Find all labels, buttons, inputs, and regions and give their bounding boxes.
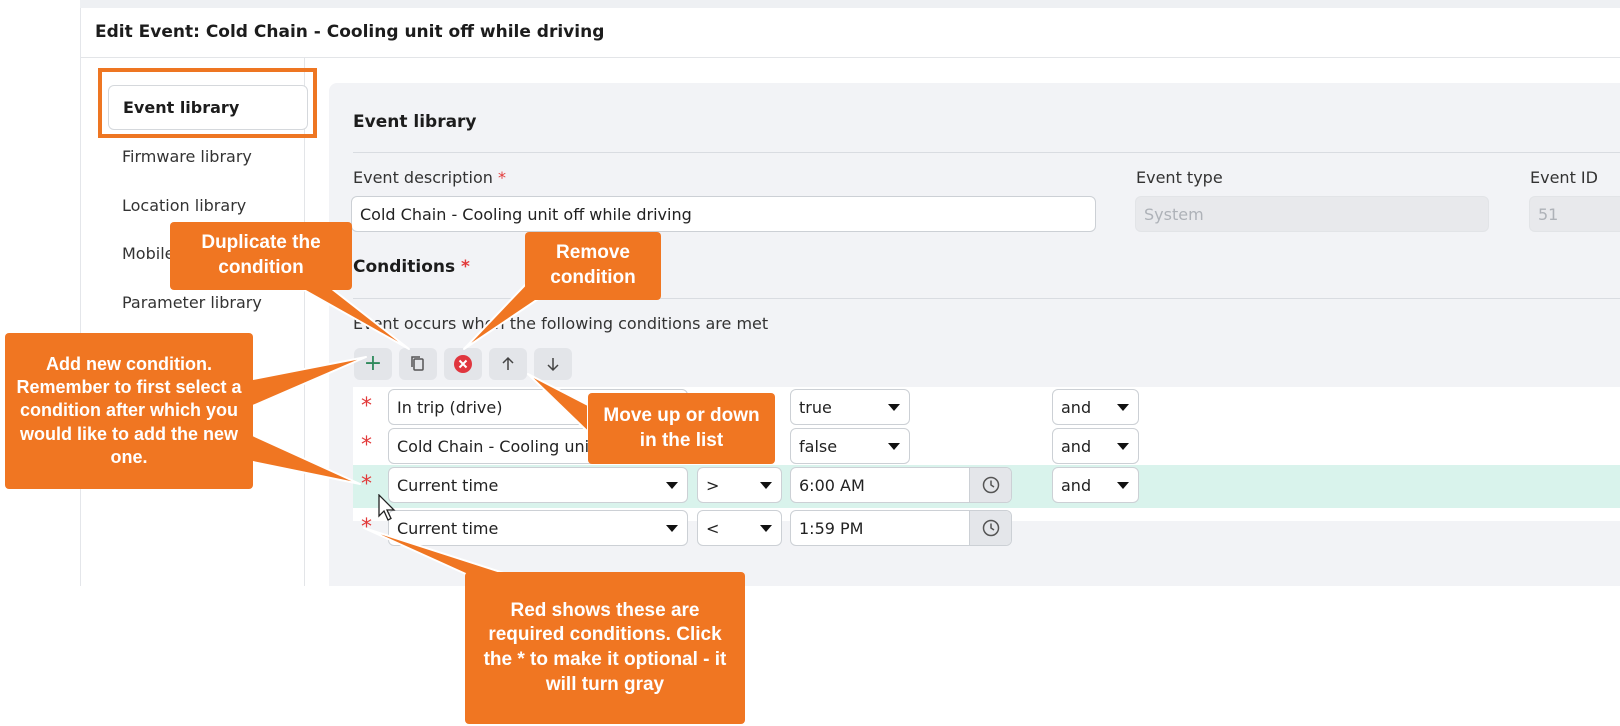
callout-add: Add new condition. Remember to first sel… — [5, 333, 253, 489]
callout-required: Red shows these are required conditions.… — [465, 572, 745, 724]
add-callout-pointer-2 — [247, 432, 361, 485]
move-callout-pointer — [527, 373, 589, 433]
add-callout-pointer-1 — [247, 356, 367, 409]
callout-move: Move up or down in the list — [588, 393, 775, 464]
duplicate-callout-pointer — [294, 284, 410, 350]
callout-remove: Remove condition — [525, 232, 661, 300]
callout-duplicate: Duplicate the condition — [170, 222, 352, 290]
required-callout-pointer — [363, 527, 511, 576]
